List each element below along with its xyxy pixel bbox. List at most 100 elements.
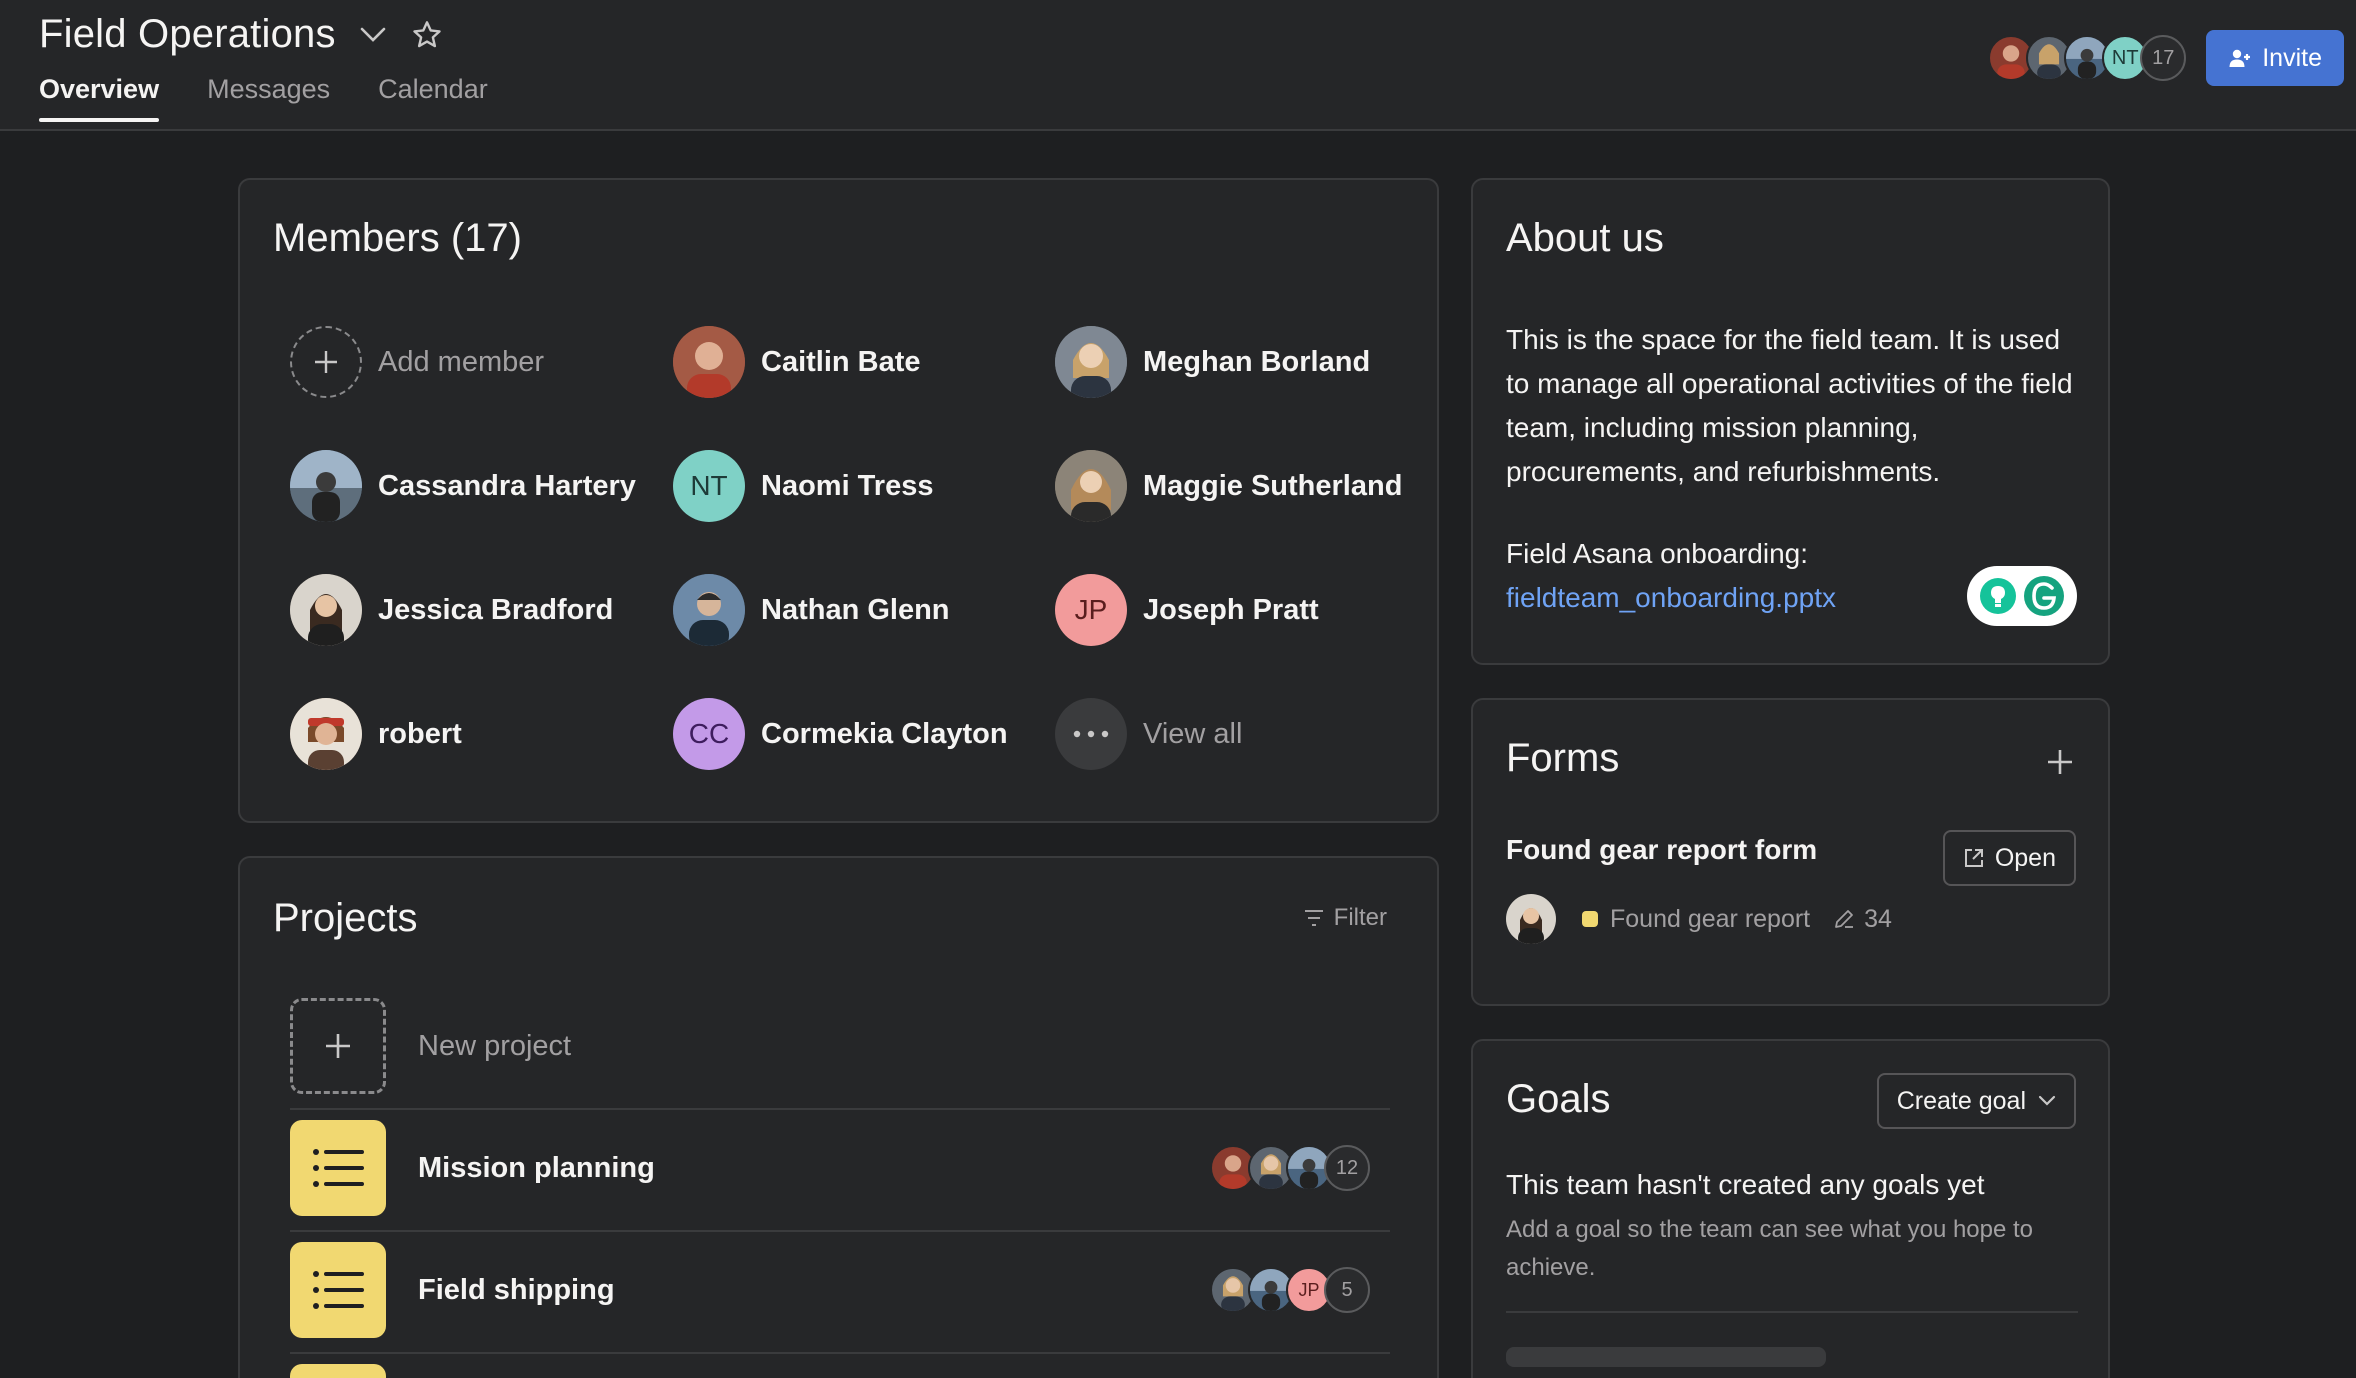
member-name: Joseph Pratt <box>1143 593 1319 626</box>
list-icon <box>290 1120 386 1216</box>
plus-icon <box>290 998 386 1094</box>
new-project-label: New project <box>418 1029 572 1062</box>
create-goal-label: Create goal <box>1896 1086 2026 1115</box>
invite-button[interactable]: Invite <box>2206 30 2344 86</box>
view-all-label: View all <box>1143 717 1243 750</box>
tab-messages[interactable]: Messages <box>207 74 330 119</box>
about-card: About us This is the space for the field… <box>1471 178 2110 665</box>
divider <box>1506 1311 2078 1313</box>
add-form-button[interactable] <box>2040 742 2080 782</box>
member-name: Nathan Glenn <box>761 593 950 626</box>
member-item[interactable]: JP Joseph Pratt <box>1055 574 1319 646</box>
divider <box>290 1108 1390 1110</box>
add-member-button[interactable]: Add member <box>290 326 544 398</box>
goals-empty-subtitle: Add a goal so the team can see what you … <box>1506 1216 2034 1281</box>
avatar: CC <box>673 698 745 770</box>
avatar: JP <box>1055 574 1127 646</box>
members-card: Members (17) Add member Caitlin Bate Meg… <box>238 178 1439 823</box>
filter-icon <box>1304 910 1323 926</box>
invite-label: Invite <box>2262 43 2322 72</box>
header-actions: NT 17 Invite <box>1988 30 2344 86</box>
members-title: Members (17) <box>273 216 522 260</box>
projects-card: Projects Filter New project Mission plan… <box>238 856 1439 1378</box>
member-item[interactable]: NT Naomi Tress <box>673 450 933 522</box>
project-name: Field shipping <box>418 1273 615 1306</box>
form-name[interactable]: Found gear report form <box>1506 834 1817 866</box>
more-icon <box>1055 698 1127 770</box>
avatar <box>1055 450 1127 522</box>
avatar <box>290 574 362 646</box>
open-label: Open <box>1994 843 2056 872</box>
avatar: NT <box>673 450 745 522</box>
form-project-label: Found gear report <box>1610 904 1811 933</box>
goals-empty-title: This team hasn't created any goals yet <box>1506 1169 1985 1200</box>
member-count-badge: 17 <box>2140 35 2187 81</box>
avatar <box>1506 894 1556 944</box>
project-item[interactable]: Mission planning 12 <box>290 1120 1390 1216</box>
form-meta: Found gear report 34 <box>1506 894 1892 944</box>
grammarly-icon <box>2024 576 2064 616</box>
filter-label: Filter <box>1333 904 1387 931</box>
bulb-icon <box>1980 578 2016 614</box>
member-item[interactable]: CC Cormekia Clayton <box>673 698 1008 770</box>
project-member-count: 12 <box>1324 1145 1370 1191</box>
project-icon-partial <box>290 1364 386 1378</box>
member-name: Meghan Borland <box>1143 345 1371 378</box>
onboarding-link[interactable]: fieldteam_onboarding.pptx <box>1506 582 1836 614</box>
member-item[interactable]: Maggie Sutherland <box>1055 450 1402 522</box>
about-description[interactable]: This is the space for the field team. It… <box>1506 318 2076 494</box>
extension-pill[interactable] <box>1967 566 2077 626</box>
list-icon <box>290 1242 386 1338</box>
member-item[interactable]: Nathan Glenn <box>673 574 950 646</box>
member-item[interactable]: Jessica Bradford <box>290 574 613 646</box>
top-header: Field Operations Overview Messages Calen… <box>0 0 2356 131</box>
avatar <box>1055 326 1127 398</box>
project-item[interactable]: Field shipping JP 5 <box>290 1242 1390 1338</box>
page-title: Field Operations <box>39 12 336 56</box>
plus-icon <box>2048 750 2072 774</box>
title-row: Field Operations <box>39 12 444 57</box>
new-project-button[interactable]: New project <box>290 998 1390 1094</box>
forms-title: Forms <box>1506 736 1620 780</box>
avatar <box>673 574 745 646</box>
member-name: Cormekia Clayton <box>761 717 1008 750</box>
project-name: Mission planning <box>418 1151 655 1184</box>
open-form-button[interactable]: Open <box>1942 830 2076 886</box>
member-name: Jessica Bradford <box>378 593 614 626</box>
member-item[interactable]: Cassandra Hartery <box>290 450 636 522</box>
edit-icon <box>1832 907 1856 931</box>
member-item[interactable]: robert <box>290 698 462 770</box>
forms-card: Forms Found gear report form Open Found … <box>1471 698 2110 1006</box>
plus-icon <box>290 326 362 398</box>
project-members-facepile[interactable]: 12 <box>1210 1145 1370 1191</box>
create-goal-button[interactable]: Create goal <box>1876 1073 2076 1129</box>
projects-title: Projects <box>273 896 418 940</box>
goals-card: Goals Create goal This team hasn't creat… <box>1471 1039 2110 1378</box>
chevron-down-icon[interactable] <box>358 20 388 50</box>
project-members-facepile[interactable]: JP 5 <box>1210 1267 1370 1313</box>
about-title: About us <box>1506 216 1664 260</box>
avatar <box>673 326 745 398</box>
view-all-members-button[interactable]: View all <box>1055 698 1242 770</box>
loading-placeholder <box>1506 1347 1826 1367</box>
member-name: Maggie Sutherland <box>1143 469 1403 502</box>
filter-button[interactable]: Filter <box>1304 904 1387 932</box>
project-member-count: 5 <box>1324 1267 1370 1313</box>
member-item[interactable]: Caitlin Bate <box>673 326 921 398</box>
chevron-down-icon <box>2038 1095 2056 1106</box>
member-name: Caitlin Bate <box>761 345 921 378</box>
tab-bar: Overview Messages Calendar <box>39 74 488 122</box>
member-item[interactable]: Meghan Borland <box>1055 326 1370 398</box>
add-member-label: Add member <box>378 345 545 378</box>
external-link-icon <box>1964 849 1983 867</box>
star-icon[interactable] <box>410 18 444 52</box>
member-name: Naomi Tress <box>761 469 934 502</box>
add-user-icon <box>2229 49 2251 67</box>
divider <box>290 1352 1390 1354</box>
tab-calendar[interactable]: Calendar <box>378 74 488 119</box>
member-name: robert <box>378 717 462 750</box>
members-facepile[interactable]: NT 17 <box>1988 35 2187 81</box>
onboarding-label: Field Asana onboarding: <box>1506 538 1808 569</box>
tab-overview[interactable]: Overview <box>39 74 160 122</box>
avatar <box>290 450 362 522</box>
